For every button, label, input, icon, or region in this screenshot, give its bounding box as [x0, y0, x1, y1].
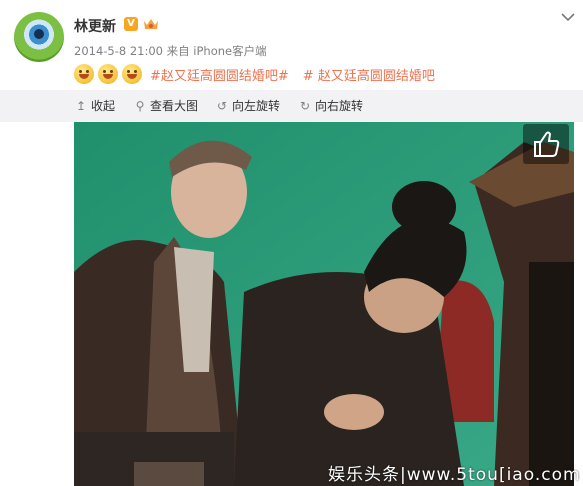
username[interactable]: 林更新: [74, 16, 116, 36]
member-crown-icon: [144, 19, 158, 29]
rotate-right-icon: ↻: [299, 98, 311, 113]
verified-badge-icon: V: [124, 17, 138, 31]
collapse-button[interactable]: ↥ 收起: [74, 97, 115, 114]
collapse-arrow-icon: ↥: [75, 98, 87, 113]
rotate-right-button[interactable]: ↻ 向右旋转: [298, 97, 363, 114]
smile-emoji-icon: [98, 64, 118, 84]
rotate-left-button[interactable]: ↺ 向左旋转: [215, 97, 280, 114]
magnifier-icon: ⚲: [135, 98, 145, 113]
photo-illustration: [74, 122, 574, 486]
like-button[interactable]: [523, 124, 569, 164]
post-meta: 2014-5-8 21:00 来自 iPhone客户端: [74, 44, 267, 58]
avatar[interactable]: [14, 12, 64, 62]
hashtag-link[interactable]: #赵又廷高圆圆结婚吧#: [150, 65, 289, 84]
photo-watermark: 娱乐头条|www.5tou[iao.com: [328, 465, 581, 485]
smile-emoji-icon: [74, 64, 94, 84]
thumbs-up-icon: [534, 131, 560, 157]
hashtag-link[interactable]: # 赵又廷高圆圆结婚吧: [303, 65, 435, 84]
view-large-button[interactable]: ⚲ 查看大图: [133, 97, 198, 114]
post-text: #赵又廷高圆圆结婚吧# # 赵又廷高圆圆结婚吧: [74, 63, 435, 85]
smile-emoji-icon: [122, 64, 142, 84]
chevron-down-icon[interactable]: [561, 12, 575, 22]
post-photo[interactable]: [74, 122, 574, 486]
rotate-left-icon: ↺: [216, 98, 228, 113]
